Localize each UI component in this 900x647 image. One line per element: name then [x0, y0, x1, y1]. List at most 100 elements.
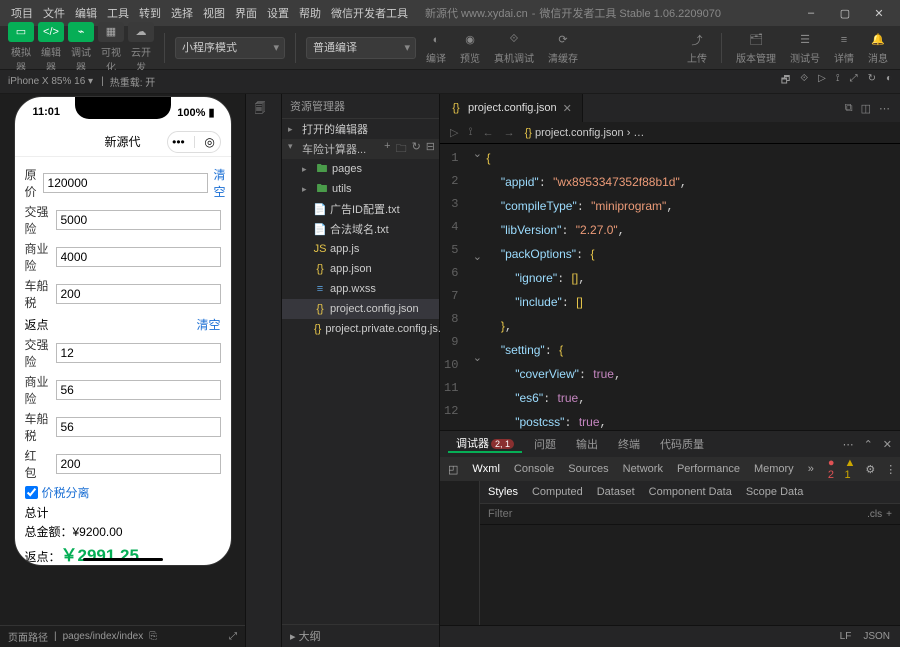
jq-input[interactable]	[56, 210, 221, 230]
remote-debug-icon[interactable]: ⟐	[510, 31, 519, 49]
menu-视图[interactable]: 视图	[198, 2, 230, 24]
icon-col-icon[interactable]: ⟟	[836, 73, 840, 90]
fd-ccs-input[interactable]	[56, 417, 221, 437]
details-icon[interactable]: ≡	[841, 31, 847, 49]
panel-close-icon[interactable]: ✕	[883, 438, 892, 451]
devtool-tab[interactable]: Network	[623, 463, 663, 475]
debug-tab[interactable]: 代码质量	[652, 436, 712, 452]
version-icon[interactable]: 🗂	[749, 31, 763, 49]
dv-more-icon[interactable]: ⋮	[885, 463, 896, 476]
close-tab-icon[interactable]: ✕	[563, 102, 572, 115]
run-icon[interactable]: ▷	[450, 126, 458, 139]
icon-col-icon[interactable]: 🗗	[781, 73, 790, 90]
sy-input[interactable]	[56, 247, 221, 267]
devtool-tab[interactable]: Console	[514, 463, 554, 475]
menu-选择[interactable]: 选择	[166, 2, 198, 24]
debug-tab[interactable]: 终端	[610, 436, 648, 452]
devtool-tab[interactable]: Performance	[677, 463, 740, 475]
bookmark-icon[interactable]: ⟟	[468, 126, 472, 139]
orig-input[interactable]	[43, 173, 208, 193]
fwd-icon[interactable]: →	[504, 127, 515, 139]
folder-utils[interactable]: ▸🖿utils	[282, 179, 439, 199]
collapse-icon[interactable]: ⊟	[426, 140, 435, 159]
panel-up-icon[interactable]: ⌃	[864, 438, 873, 451]
inspect-icon[interactable]: ◰	[448, 463, 458, 476]
clear-link[interactable]: 清空	[196, 316, 220, 333]
debugger-toggle[interactable]: ⌁	[68, 22, 94, 42]
back-icon[interactable]: ←	[483, 127, 494, 139]
mode-select[interactable]: 小程序模式	[175, 37, 285, 59]
devtool-tab[interactable]: Wxml	[472, 463, 500, 475]
icon-col-icon[interactable]: ↻	[868, 73, 876, 90]
ccs-input[interactable]	[56, 284, 221, 304]
menu-设置[interactable]: 设置	[262, 2, 294, 24]
more-tabs-icon[interactable]: »	[808, 463, 814, 475]
fd-sy-input[interactable]	[56, 380, 221, 400]
new-file-icon[interactable]: +	[384, 140, 390, 159]
simulator-toggle[interactable]: ▭	[8, 22, 34, 42]
tax-sep-check[interactable]	[25, 486, 38, 499]
clear-cache-icon[interactable]: ⟳	[558, 31, 567, 49]
outline-section[interactable]: ▸ 大纲	[282, 624, 439, 647]
project-root[interactable]: ▾车险计算器... +🗀↻⊟	[282, 139, 439, 159]
visual-toggle[interactable]: ▦	[98, 22, 124, 42]
settings-icon[interactable]: ⚙	[865, 463, 875, 476]
devtool-tab[interactable]: Sources	[568, 463, 608, 475]
file-item[interactable]: {}app.json	[282, 259, 439, 279]
icon-col-icon[interactable]: ⤢	[850, 73, 858, 90]
icon-col-icon[interactable]: ⟐	[800, 73, 808, 90]
clear-link[interactable]: 清空	[214, 166, 226, 200]
menu-界面[interactable]: 界面	[230, 2, 262, 24]
files-icon[interactable]: 🗐	[255, 100, 273, 118]
styles-tab[interactable]: Styles	[488, 486, 518, 498]
menu-帮助[interactable]: 帮助	[294, 2, 326, 24]
upload-icon[interactable]: ⤴	[692, 31, 703, 49]
styles-filter[interactable]	[488, 508, 863, 520]
messages-icon[interactable]: 🔔	[871, 31, 885, 49]
editor-tab[interactable]: {}project.config.json✕	[440, 94, 583, 122]
panel-more-icon[interactable]: ⋯	[843, 438, 854, 451]
icon-col-icon[interactable]: ▷	[818, 73, 826, 90]
icon-col-icon[interactable]: ◐	[886, 73, 892, 90]
debug-tab[interactable]: 问题	[526, 436, 564, 452]
editor-toggle[interactable]: </>	[38, 22, 64, 42]
expand-icon[interactable]: ⤢	[229, 631, 237, 642]
cls-toggle[interactable]: .cls	[867, 509, 882, 520]
add-style-icon[interactable]: +	[886, 509, 892, 520]
cloud-toggle[interactable]: ☁	[128, 22, 154, 42]
hb-input[interactable]	[56, 454, 221, 474]
file-item[interactable]: ≡app.wxss	[282, 279, 439, 299]
compile-icon[interactable]: ◐	[433, 31, 440, 49]
compare-icon[interactable]: ⧉	[845, 102, 853, 115]
styles-tab[interactable]: Scope Data	[746, 486, 803, 498]
copy-icon[interactable]: ⎘	[149, 631, 157, 642]
lang-indicator[interactable]: JSON	[863, 631, 890, 642]
styles-tab[interactable]: Component Data	[649, 486, 732, 498]
file-item[interactable]: JSapp.js	[282, 239, 439, 259]
folder-pages[interactable]: ▸🖿pages	[282, 159, 439, 179]
more-icon[interactable]: ⋯	[879, 102, 890, 115]
file-item[interactable]: {}project.private.config.js...	[282, 319, 439, 339]
preview-icon[interactable]: ◉	[465, 31, 475, 49]
menu-微信开发者工具[interactable]: 微信开发者工具	[326, 2, 413, 24]
code-editor[interactable]: 123456789101112 ⌄⌄⌄ { "appid": "wx895334…	[440, 144, 900, 430]
devtool-tab[interactable]: Memory	[754, 463, 794, 475]
fd-jq-input[interactable]	[56, 343, 221, 363]
close-button[interactable]: ✕	[864, 2, 894, 24]
open-editors-section[interactable]: ▸打开的编辑器	[282, 119, 439, 139]
minimize-button[interactable]: –	[796, 2, 826, 24]
compile-select[interactable]: 普通编译	[306, 37, 416, 59]
refresh-icon[interactable]: ↻	[412, 140, 421, 159]
split-icon[interactable]: ◫	[861, 102, 871, 115]
test-account-icon[interactable]: ☰	[800, 31, 810, 49]
device-select[interactable]: iPhone X 85% 16 ▾	[8, 76, 93, 87]
styles-tab[interactable]: Computed	[532, 486, 583, 498]
file-item[interactable]: 📄广告ID配置.txt	[282, 199, 439, 219]
new-folder-icon[interactable]: 🗀	[396, 140, 407, 159]
eol-indicator[interactable]: LF	[840, 631, 852, 642]
debug-tab[interactable]: 输出	[568, 436, 606, 452]
file-item-selected[interactable]: {}project.config.json	[282, 299, 439, 319]
capsule[interactable]: •••◎	[167, 131, 221, 153]
styles-tab[interactable]: Dataset	[597, 486, 635, 498]
file-item[interactable]: 📄合法域名.txt	[282, 219, 439, 239]
